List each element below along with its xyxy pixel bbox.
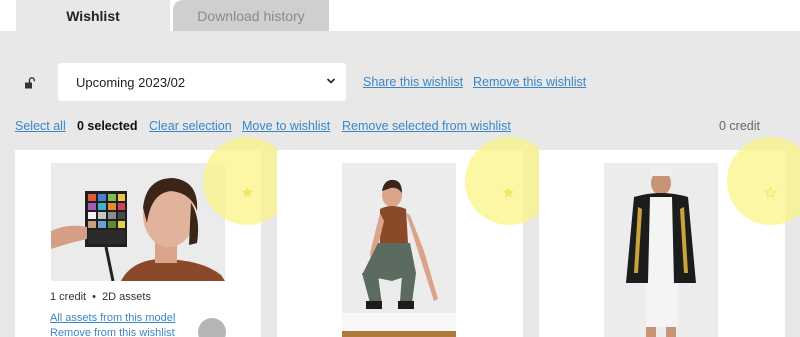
portrait-image bbox=[51, 163, 225, 281]
wishlist-select[interactable]: Upcoming 2023/02 bbox=[58, 63, 346, 101]
remove-selected-link[interactable]: Remove selected from wishlist bbox=[342, 119, 511, 133]
selected-count: 0 selected bbox=[77, 119, 138, 133]
remove-from-wishlist-link[interactable]: Remove from this wishlist bbox=[50, 327, 175, 337]
select-all-link[interactable]: Select all bbox=[15, 119, 66, 133]
asset-thumbnail[interactable] bbox=[342, 163, 456, 337]
costume-figure-image bbox=[604, 163, 718, 337]
star-highlight bbox=[727, 137, 800, 225]
remove-wishlist-link[interactable]: Remove this wishlist bbox=[473, 75, 586, 89]
unlocked-padlock-icon[interactable] bbox=[24, 77, 36, 89]
share-wishlist-link[interactable]: Share this wishlist bbox=[363, 75, 463, 89]
chat-bubble-icon[interactable] bbox=[198, 318, 226, 337]
credit-total: 0 credit bbox=[719, 119, 760, 133]
tab-wishlist[interactable]: Wishlist bbox=[16, 0, 170, 31]
asset-card[interactable]: 1 credit • 2D assets All assets from thi… bbox=[15, 137, 291, 337]
wishlist-select-value: Upcoming 2023/02 bbox=[76, 74, 186, 90]
wishlist-panel: Upcoming 2023/02 Share this wishlist Rem… bbox=[0, 31, 800, 337]
tab-download-history[interactable]: Download history bbox=[173, 0, 329, 31]
clear-selection-link[interactable]: Clear selection bbox=[149, 119, 232, 133]
all-assets-link[interactable]: All assets from this model bbox=[50, 312, 175, 324]
tab-bar: Wishlist Download history bbox=[0, 0, 800, 31]
asset-card[interactable] bbox=[277, 137, 553, 337]
asset-card[interactable] bbox=[539, 137, 800, 337]
card-meta-separator: • bbox=[92, 291, 96, 303]
chevron-down-icon bbox=[326, 78, 336, 84]
asset-thumbnail[interactable] bbox=[51, 163, 225, 281]
crouching-pose-image bbox=[342, 163, 456, 337]
card-credit-value: 1 credit bbox=[50, 291, 87, 303]
card-credit: 1 credit • 2D assets bbox=[50, 291, 151, 303]
card-assets-type: 2D assets bbox=[102, 291, 151, 303]
credit-total-text: 0 credit bbox=[719, 119, 760, 133]
asset-thumbnail[interactable] bbox=[604, 163, 718, 337]
move-to-wishlist-link[interactable]: Move to wishlist bbox=[242, 119, 330, 133]
